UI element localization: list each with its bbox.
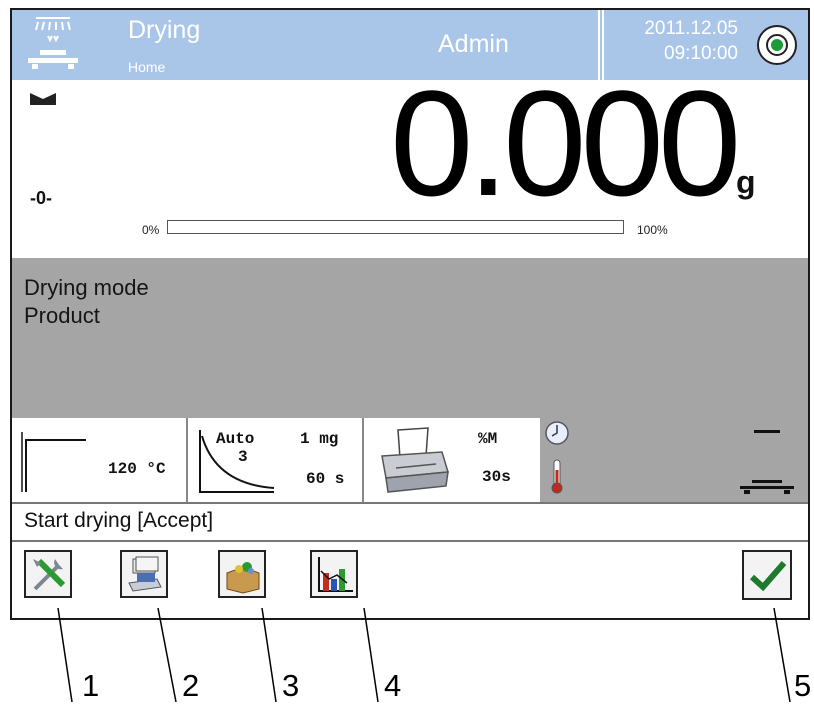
callout-4: 4 [384,668,402,703]
callout-1: 1 [82,668,100,703]
callout-2: 2 [182,668,200,703]
callout-3: 3 [282,668,300,703]
callout-5: 5 [794,668,812,703]
callout-leaders [57,607,791,702]
